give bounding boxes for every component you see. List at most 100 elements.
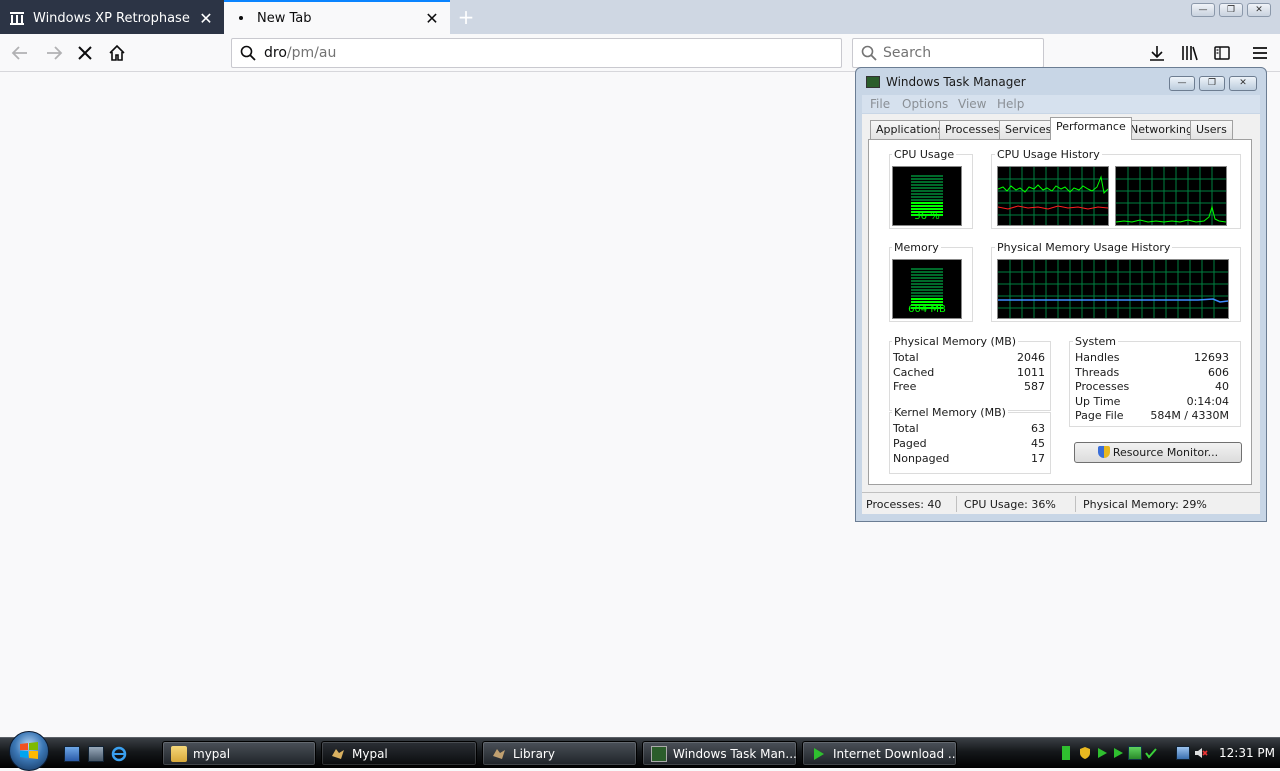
idm-tray-icon[interactable] xyxy=(1112,746,1126,760)
task-manager-app-icon xyxy=(866,76,880,88)
resource-monitor-button[interactable]: Resource Monitor... xyxy=(1074,442,1242,463)
library-app-icon xyxy=(491,746,507,762)
show-desktop-icon[interactable] xyxy=(64,746,80,762)
search-icon xyxy=(861,45,877,61)
start-button[interactable] xyxy=(9,731,49,771)
home-button[interactable] xyxy=(103,39,131,67)
search-icon xyxy=(240,45,256,61)
taskbar-button-label: mypal xyxy=(193,746,231,761)
taskbar-button-task-manager[interactable]: Windows Task Man... xyxy=(642,741,797,766)
memory-meter-segment xyxy=(911,295,943,297)
library-columns-icon xyxy=(9,10,25,26)
forward-button[interactable] xyxy=(40,39,68,67)
mypal-browser-icon xyxy=(330,746,346,762)
back-arrow-icon xyxy=(11,46,27,60)
library-button[interactable] xyxy=(1176,39,1204,67)
cpu-usage-value: 36 % xyxy=(914,211,940,222)
maximize-button[interactable]: ❐ xyxy=(1219,3,1243,17)
url-bar[interactable]: dro/pm/au xyxy=(231,38,842,68)
tab-new-tab[interactable]: New Tab ✕ xyxy=(224,0,450,34)
minimize-button[interactable]: — xyxy=(1169,76,1195,91)
tab-close-button[interactable]: ✕ xyxy=(194,9,218,28)
maximize-button[interactable]: ❐ xyxy=(1199,76,1225,91)
taskbar: mypal Mypal Library Windows Task Man... … xyxy=(0,731,1280,771)
sidebar-button[interactable] xyxy=(1208,39,1236,67)
memory-history-graph xyxy=(997,259,1229,319)
memory-value: 604 MB xyxy=(908,304,946,315)
physical-memory-heading: Physical Memory (MB) xyxy=(892,335,1019,348)
tab-processes[interactable]: Processes xyxy=(939,120,1006,139)
tab-performance[interactable]: Performance xyxy=(1050,117,1132,140)
checkmark-icon[interactable] xyxy=(1144,746,1158,760)
sys-processes-value: 40 xyxy=(1215,380,1229,393)
clock[interactable]: 12:31 PM xyxy=(1219,746,1275,760)
sys-uptime-value: 0:14:04 xyxy=(1186,395,1229,408)
kernel-nonpaged-value: 17 xyxy=(1031,452,1045,465)
cpu-meter-segment xyxy=(911,184,943,186)
network-app-icon[interactable] xyxy=(1128,746,1142,760)
cpu-meter-segment xyxy=(911,205,943,207)
cpu-history-graph-core-1 xyxy=(997,166,1109,226)
menu-options[interactable]: Options xyxy=(902,97,948,111)
menu-help[interactable]: Help xyxy=(997,97,1024,111)
hamburger-menu-icon xyxy=(1253,47,1267,59)
taskbar-button-label: Windows Task Man... xyxy=(673,746,797,761)
task-manager-body: Applications Processes Services Performa… xyxy=(862,114,1260,514)
window-title: Windows Task Manager xyxy=(886,75,1026,89)
url-path: /pm/au xyxy=(286,45,337,61)
taskbar-button-mypal-folder[interactable]: mypal xyxy=(162,741,316,766)
network-icon[interactable] xyxy=(1176,746,1190,760)
volume-muted-icon[interactable] xyxy=(1194,746,1208,760)
memory-meter-segment xyxy=(911,271,943,273)
task-manager-titlebar[interactable]: Windows Task Manager — ❐ ✕ xyxy=(856,68,1266,94)
loading-dot-icon xyxy=(233,10,249,26)
security-shield-icon[interactable] xyxy=(1078,746,1092,760)
cpu-meter-segment xyxy=(911,190,943,192)
sys-handles-value: 12693 xyxy=(1194,351,1229,364)
taskbar-button-mypal-browser[interactable]: Mypal xyxy=(321,741,477,766)
home-icon xyxy=(109,44,125,61)
internet-explorer-icon[interactable] xyxy=(111,746,127,762)
kernel-total-label: Total xyxy=(893,422,919,435)
cpu-meter-segment xyxy=(911,196,943,198)
forward-arrow-icon xyxy=(47,46,63,60)
phys-free-label: Free xyxy=(893,380,917,393)
tab-close-button[interactable]: ✕ xyxy=(420,9,444,28)
menu-file[interactable]: File xyxy=(870,97,890,111)
status-processes: Processes: 40 xyxy=(866,498,942,511)
tab-networking[interactable]: Networking xyxy=(1124,120,1199,139)
cpu-meter-segment xyxy=(911,181,943,183)
minimize-button[interactable]: — xyxy=(1191,3,1215,17)
memory-meter-segment xyxy=(911,301,943,303)
taskbar-button-internet-download-manager[interactable]: Internet Download ... xyxy=(802,741,957,766)
back-button[interactable] xyxy=(6,39,34,67)
tray-green-bar-icon[interactable] xyxy=(1062,746,1070,760)
sys-handles-label: Handles xyxy=(1075,351,1120,364)
tab-applications[interactable]: Applications xyxy=(870,120,950,139)
close-window-button[interactable]: ✕ xyxy=(1247,3,1271,17)
idm-icon xyxy=(811,746,827,762)
taskbar-button-library[interactable]: Library xyxy=(482,741,637,766)
tab-windows-xp-retrophase[interactable]: Windows XP Retrophase Beta 2 ✕ xyxy=(0,0,224,34)
menu-view[interactable]: View xyxy=(958,97,986,111)
tab-title: Windows XP Retrophase Beta 2 xyxy=(33,10,194,26)
stop-button[interactable] xyxy=(71,39,99,67)
cpu-meter-segment xyxy=(911,202,943,204)
performance-panel: CPU Usage 36 % CPU Usage History Memory … xyxy=(868,139,1252,485)
memory-meter-segment xyxy=(911,277,943,279)
menu-button[interactable] xyxy=(1246,39,1274,67)
downloads-button[interactable] xyxy=(1143,39,1171,67)
search-placeholder: Search xyxy=(883,45,932,61)
search-bar[interactable]: Search xyxy=(852,38,1044,68)
close-button[interactable]: ✕ xyxy=(1229,76,1257,91)
tab-services[interactable]: Services xyxy=(999,120,1058,139)
cpu-meter-segment xyxy=(911,193,943,195)
new-tab-button[interactable]: + xyxy=(452,3,480,31)
tab-users[interactable]: Users xyxy=(1190,120,1233,139)
cpu-usage-meter: 36 % xyxy=(892,166,962,226)
sys-threads-label: Threads xyxy=(1075,366,1120,379)
switch-windows-icon[interactable] xyxy=(88,746,104,762)
idm-tray-icon[interactable] xyxy=(1096,746,1110,760)
menu-bar: File Options View Help xyxy=(862,95,1260,113)
memory-meter-segment xyxy=(911,274,943,276)
